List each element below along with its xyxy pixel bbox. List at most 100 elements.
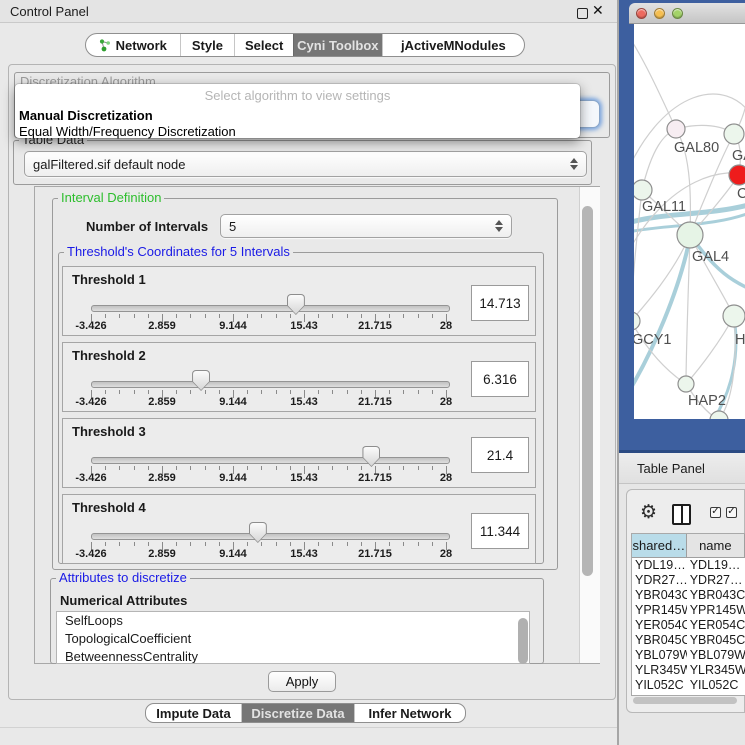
- minor-tick: [361, 314, 362, 318]
- table-hscrollbar-thumb[interactable]: [633, 697, 737, 704]
- network-edge[interactable]: [634, 235, 690, 321]
- network-node[interactable]: [634, 180, 652, 200]
- network-node[interactable]: [667, 120, 685, 138]
- minor-tick: [134, 542, 135, 546]
- slider-track[interactable]: [91, 533, 450, 540]
- minor-tick: [247, 466, 248, 470]
- list-item-selfloops[interactable]: SelfLoops: [57, 612, 529, 630]
- minor-tick: [318, 466, 319, 470]
- attributes-list-scrollbar-thumb[interactable]: [518, 618, 528, 664]
- network-canvas[interactable]: GAL80GAL11GAL4GCY1HHAP2GAC: [634, 24, 745, 419]
- node-label-h: H: [735, 332, 745, 348]
- minor-tick: [290, 542, 291, 546]
- threshold-label: Threshold 2: [72, 348, 146, 363]
- tick-label: -3.426: [67, 548, 115, 560]
- network-node[interactable]: [677, 222, 703, 248]
- table-row[interactable]: YIL052CYIL052C: [632, 678, 745, 693]
- minimize-light[interactable]: [654, 8, 665, 19]
- tab-impute-data[interactable]: Impute Data: [146, 704, 241, 722]
- checkbox-icon[interactable]: ✓: [726, 507, 737, 518]
- table-data-combobox[interactable]: galFiltered.sif default node: [24, 151, 587, 177]
- table-toolbar-checkboxes: ✓ ✓: [710, 507, 737, 518]
- close-light[interactable]: [636, 8, 647, 19]
- threshold-value-field[interactable]: 11.344: [471, 513, 529, 549]
- tab-infer-network[interactable]: Infer Network: [354, 704, 465, 722]
- list-item-topologicalcoefficient[interactable]: TopologicalCoefficient: [57, 630, 529, 648]
- table-cell: YPR145W: [632, 603, 687, 618]
- control-panel-tabbar: Network Style Select Cyni Toolbox jActiveMNo…: [85, 33, 525, 57]
- network-edge[interactable]: [734, 62, 745, 134]
- network-edge[interactable]: [634, 38, 676, 129]
- minor-tick: [190, 390, 191, 394]
- tab-label: Cyni Toolbox: [297, 38, 378, 53]
- network-edge-highlighted[interactable]: [634, 237, 690, 396]
- network-node[interactable]: [710, 411, 728, 419]
- slider-track[interactable]: [91, 381, 450, 388]
- apply-button[interactable]: Apply: [268, 671, 336, 692]
- threshold-label: Threshold 4: [72, 500, 146, 515]
- table-row[interactable]: YDL19…YDL19…: [632, 558, 745, 573]
- minor-tick: [247, 390, 248, 394]
- popup-item-equal-width-frequency-discretization[interactable]: Equal Width/Frequency Discretization: [19, 124, 236, 139]
- tab-style[interactable]: Style: [180, 34, 235, 56]
- slider-track[interactable]: [91, 457, 450, 464]
- table-row[interactable]: YER054CYER054C: [632, 618, 745, 633]
- network-node[interactable]: [634, 312, 640, 330]
- minor-tick: [432, 466, 433, 470]
- combo-spinner-icon: [569, 158, 578, 170]
- slider-track[interactable]: [91, 305, 450, 312]
- gear-icon[interactable]: ⚙: [640, 501, 657, 523]
- tab-label: Style: [192, 38, 223, 53]
- minor-tick: [276, 542, 277, 546]
- close-icon[interactable]: ✕: [592, 3, 604, 19]
- minor-tick: [148, 390, 149, 394]
- checkbox-icon[interactable]: ✓: [710, 507, 721, 518]
- minor-tick: [119, 542, 120, 546]
- split-columns-icon[interactable]: [672, 504, 691, 525]
- threshold-value-field[interactable]: 14.713: [471, 285, 529, 321]
- minor-tick: [418, 390, 419, 394]
- minor-tick: [290, 466, 291, 470]
- table-row[interactable]: YBL079WYBL079W: [632, 648, 745, 663]
- column-header-name[interactable]: name: [687, 534, 745, 557]
- minor-tick: [318, 542, 319, 546]
- threshold-value-field[interactable]: 6.316: [471, 361, 529, 397]
- tab-label: Network: [116, 38, 167, 53]
- numerical-attributes-list[interactable]: SelfLoopsTopologicalCoefficientBetweenne…: [56, 611, 530, 664]
- zoom-light[interactable]: [672, 8, 683, 19]
- tab-jactivemnodules[interactable]: jActiveMNodules: [382, 34, 524, 56]
- tab-select[interactable]: Select: [234, 34, 293, 56]
- table-row[interactable]: YDR27…YDR27…: [632, 573, 745, 588]
- network-node[interactable]: [678, 376, 694, 392]
- minor-tick: [261, 466, 262, 470]
- network-node[interactable]: [723, 305, 745, 327]
- number-of-intervals-value: 5: [229, 219, 236, 234]
- tab-cyni-toolbox[interactable]: Cyni Toolbox: [293, 34, 382, 56]
- tick-label: 21.715: [351, 472, 399, 484]
- float-window-icon[interactable]: [577, 8, 588, 19]
- minor-tick: [105, 466, 106, 470]
- list-item-betweennesscentrality[interactable]: BetweennessCentrality: [57, 648, 529, 664]
- number-of-intervals-combobox[interactable]: 5: [220, 214, 512, 238]
- network-node[interactable]: [724, 124, 744, 144]
- main-scrollbar-thumb[interactable]: [582, 206, 593, 576]
- threshold-value-field[interactable]: 21.4: [471, 437, 529, 473]
- table-row[interactable]: YBR045CYBR045C: [632, 633, 745, 648]
- popup-item-manual-discretization[interactable]: Manual Discretization: [19, 108, 153, 123]
- tab-discretize-data[interactable]: Discretize Data: [241, 704, 354, 722]
- tab-network[interactable]: Network: [86, 34, 180, 56]
- network-node[interactable]: [729, 165, 745, 185]
- network-edge[interactable]: [634, 190, 642, 321]
- table-row[interactable]: YPR145WYPR145W: [632, 603, 745, 618]
- minor-tick: [403, 390, 404, 394]
- network-window-titlebar[interactable]: [629, 3, 745, 24]
- number-of-intervals-label: Number of Intervals: [86, 219, 208, 234]
- column-header-shared-[interactable]: shared…: [632, 534, 687, 557]
- popup-prompt: Select algorithm to view settings: [15, 88, 580, 103]
- minor-tick: [205, 542, 206, 546]
- network-edge[interactable]: [686, 316, 734, 384]
- table-row[interactable]: YLR345WYLR345W: [632, 663, 745, 678]
- table-cell: YIL052C: [632, 678, 687, 693]
- threshold-panel-4: Threshold 4-3.4262.8599.14415.4321.71528…: [62, 494, 536, 564]
- table-row[interactable]: YBR043CYBR043C: [632, 588, 745, 603]
